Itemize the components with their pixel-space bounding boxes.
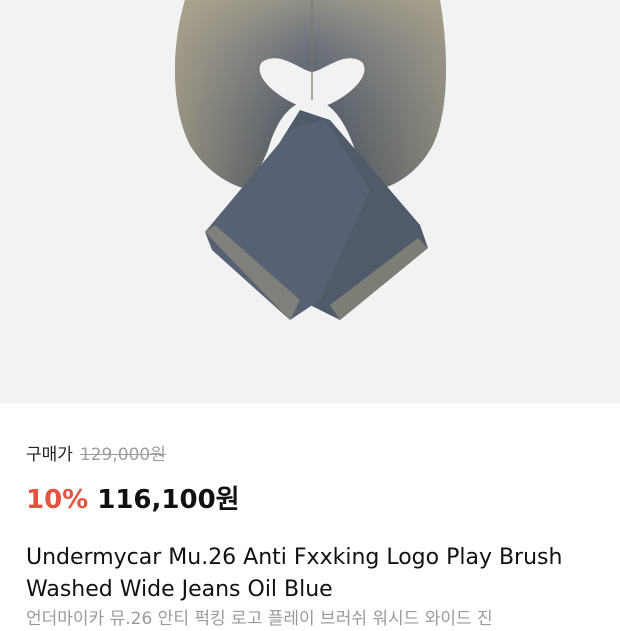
sale-price-row: 10% 116,100원 (26, 479, 240, 516)
product-image[interactable] (0, 0, 620, 403)
price-block: 구매가 129,000원 10% 116,100원 (26, 440, 240, 516)
original-price: 129,000원 (79, 445, 166, 465)
jeans-image (174, 0, 446, 320)
product-subtitle: 언더마이카 뮤.26 안티 퍽킹 로고 플레이 브러쉬 워시드 와이드 진 (26, 609, 493, 629)
discount-rate: 10% (26, 485, 89, 515)
sale-price: 116,100원 (97, 485, 240, 515)
buy-price-label: 구매가 (26, 445, 73, 465)
product-title: Undermycar Mu.26 Anti Fxxking Logo Play … (26, 545, 563, 602)
original-price-row: 구매가 129,000원 (26, 440, 240, 465)
